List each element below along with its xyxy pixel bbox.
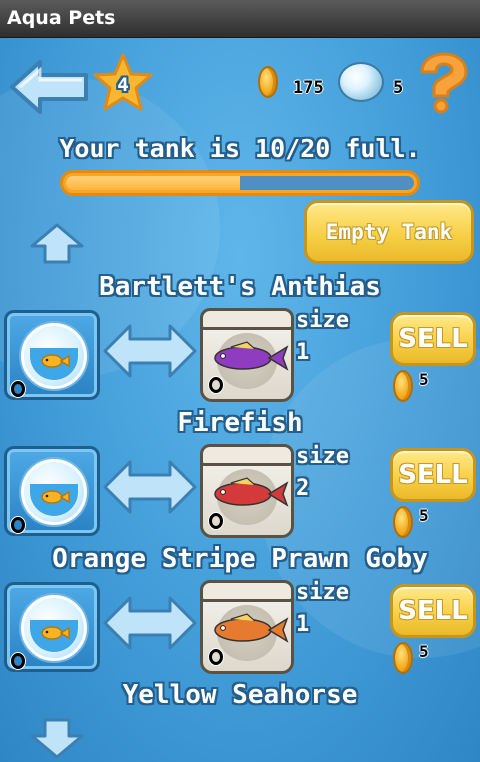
question-mark-icon[interactable]: [412, 52, 472, 114]
holding-cage-icon[interactable]: [200, 444, 294, 538]
bowl-glass: [21, 459, 87, 525]
holding-cage-icon[interactable]: [200, 580, 294, 674]
left-right-arrow-icon[interactable]: [102, 458, 198, 516]
sell-label: SELL: [398, 596, 468, 626]
empty-tank-button[interactable]: Empty Tank: [304, 200, 474, 264]
fishbowl-icon[interactable]: [4, 446, 100, 536]
tank-status-text: Your tank is 10/20 full.: [59, 134, 421, 163]
bowl-count-icon: [11, 381, 25, 397]
cage-lid: [200, 444, 294, 466]
app-title: Aqua Pets: [7, 7, 116, 29]
fishbowl-icon[interactable]: [4, 582, 100, 672]
fish-name: Bartlett's Anthias: [99, 272, 381, 302]
coin-icon: [393, 642, 413, 674]
left-right-arrow-icon[interactable]: [102, 322, 198, 380]
cage-lid: [200, 580, 294, 602]
goldfish-icon: [41, 354, 70, 368]
sell-label: SELL: [398, 324, 468, 354]
tank-capacity-fill: [66, 176, 240, 190]
bowl-glass: [21, 323, 87, 389]
sell-price: 5: [419, 506, 429, 525]
back-arrow-icon[interactable]: [8, 58, 90, 116]
size-label: size: [296, 444, 349, 469]
sell-button[interactable]: SELL: [390, 312, 476, 366]
sell-price: 5: [419, 642, 429, 661]
cage-lid: [200, 308, 294, 330]
fish-icon: [214, 613, 289, 643]
cage-count-icon: [209, 513, 223, 529]
cage-count-icon: [209, 649, 223, 665]
size-value: 1: [296, 612, 310, 637]
coin-count: 175: [293, 78, 324, 98]
fish-icon: [214, 477, 289, 507]
level-number: 4: [117, 74, 129, 96]
coin-icon: [393, 506, 413, 538]
size-label: size: [296, 308, 349, 333]
fish-name: Firefish: [177, 408, 303, 438]
cage-count-icon: [209, 377, 223, 393]
empty-tank-label: Empty Tank: [325, 220, 453, 244]
size-value: 1: [296, 340, 310, 365]
size-label: size: [296, 580, 349, 605]
fish-name: Yellow Seahorse: [122, 680, 358, 710]
fishbowl-icon[interactable]: [4, 310, 100, 400]
goldfish-icon: [41, 626, 70, 640]
bowl-glass: [21, 595, 87, 661]
size-value: 2: [296, 476, 310, 501]
pearl-icon: [338, 62, 384, 102]
pearl-count: 5: [393, 78, 404, 98]
coin-icon: [258, 66, 278, 98]
sell-button[interactable]: SELL: [390, 584, 476, 638]
holding-cage-icon[interactable]: [200, 308, 294, 402]
tank-capacity-bar: [60, 170, 420, 196]
app-title-bar: Aqua Pets: [0, 0, 480, 38]
left-right-arrow-icon[interactable]: [102, 594, 198, 652]
sell-price: 5: [419, 370, 429, 389]
goldfish-icon: [41, 490, 70, 504]
bowl-count-icon: [11, 517, 25, 533]
sell-button[interactable]: SELL: [390, 448, 476, 502]
up-arrow-icon[interactable]: [28, 222, 86, 266]
aquarium-scene: 4 175 5 Your tank is 10/20 full. Empty T…: [0, 38, 480, 762]
bowl-count-icon: [11, 653, 25, 669]
down-arrow-icon[interactable]: [28, 716, 86, 760]
fish-name: Orange Stripe Prawn Goby: [52, 544, 428, 574]
sell-label: SELL: [398, 460, 468, 490]
fish-icon: [214, 341, 289, 371]
coin-icon: [393, 370, 413, 402]
